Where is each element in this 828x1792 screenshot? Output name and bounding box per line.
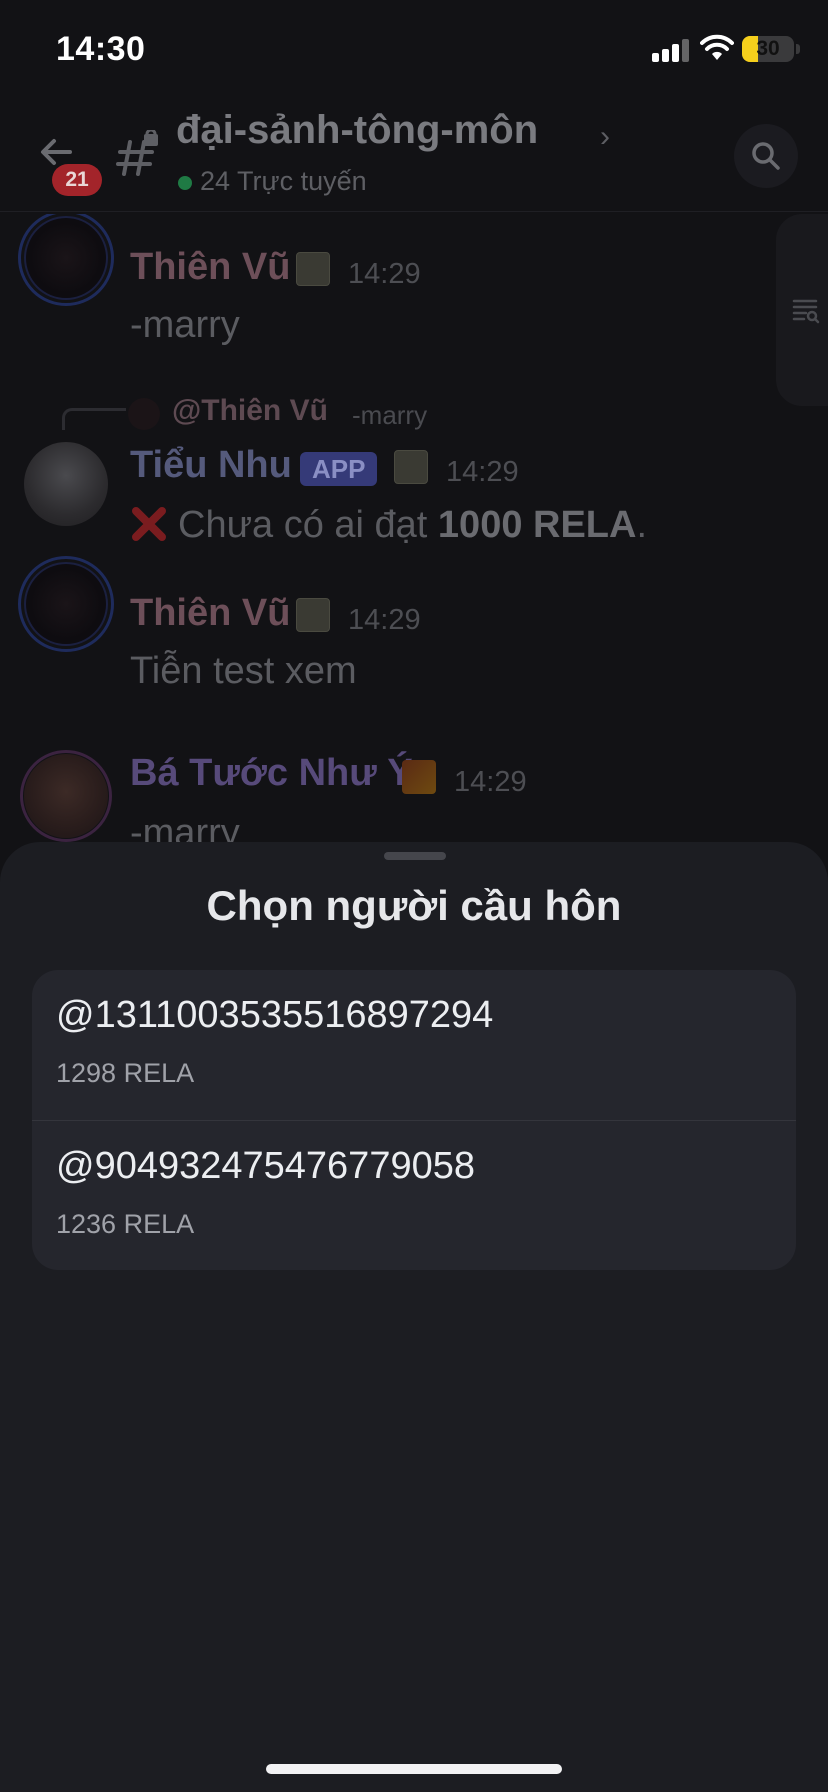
reply-author[interactable]: @Thiên Vũ [172, 394, 328, 428]
sheet-grabber[interactable] [384, 852, 446, 860]
reply-text[interactable]: -marry [352, 400, 427, 431]
chevron-right-icon: › [600, 120, 610, 153]
message-time: 14:29 [446, 456, 519, 488]
message-text: Chưa có ai đạt 1000 RELA. [130, 504, 647, 547]
message-author[interactable]: Tiểu Nhu [130, 444, 292, 487]
channel-name[interactable]: đại-sảnh-tông-môn [176, 108, 538, 153]
option-item[interactable]: @904932475476779058 1236 RELA [32, 1120, 796, 1270]
battery-level: 30 [756, 37, 780, 60]
message-time: 14:29 [454, 766, 527, 798]
channel-header: 21 đại-sảnh-tông-môn › 24 Trực tuyến [0, 100, 828, 212]
option-list: @1311003535516897294 1298 RELA @90493247… [32, 970, 796, 1270]
role-icon [296, 252, 330, 286]
message-time: 14:29 [348, 604, 421, 636]
avatar[interactable] [24, 754, 108, 838]
online-count: 24 Trực tuyến [200, 166, 367, 196]
option-name: @904932475476779058 [56, 1145, 475, 1187]
status-bar: 14:30 30 [0, 0, 828, 100]
avatar[interactable] [24, 562, 108, 646]
avatar[interactable] [24, 216, 108, 300]
option-item[interactable]: @1311003535516897294 1298 RELA [32, 970, 796, 1120]
search-icon [752, 142, 780, 170]
reply-connector [62, 408, 126, 430]
search-button[interactable] [734, 124, 798, 188]
message-list: Thiên Vũ 14:29 -marry @Thiên Vũ -marry T… [0, 214, 770, 854]
status-time: 14:30 [56, 30, 146, 68]
role-icon [402, 760, 436, 794]
online-status-dot [178, 176, 192, 190]
role-icon [394, 450, 428, 484]
message-text-prefix: Chưa có ai đạt [178, 504, 438, 546]
threads-icon [792, 299, 820, 324]
message-text: -marry [130, 304, 240, 346]
message-text-bold: 1000 RELA [437, 504, 637, 546]
option-amount: 1298 RELA [56, 1058, 195, 1088]
bottom-sheet: Chọn người cầu hôn @1311003535516897294 … [0, 842, 828, 1792]
screen: 14:30 30 21 đại-sảnh-tông-môn › 24 Trực … [0, 0, 828, 1792]
option-name: @1311003535516897294 [56, 994, 494, 1036]
hash-lock-icon [116, 130, 158, 176]
reply-avatar [128, 398, 160, 430]
wifi-icon [700, 34, 734, 60]
unread-count-badge: 21 [52, 164, 102, 196]
message-text: Tiễn test xem [130, 650, 357, 692]
avatar[interactable] [24, 442, 108, 526]
sheet-title: Chọn người cầu hôn [206, 882, 622, 929]
message-text-suffix: . [636, 504, 648, 546]
option-amount: 1236 RELA [56, 1209, 195, 1239]
message-author[interactable]: Thiên Vũ [130, 592, 290, 635]
home-indicator[interactable] [266, 1764, 562, 1774]
battery-nub [796, 44, 800, 54]
message-author[interactable]: Bá Tước Như Ý [130, 752, 413, 795]
battery-icon: 30 [742, 36, 794, 62]
cellular-signal-icon [652, 38, 692, 62]
app-badge: APP [300, 452, 378, 486]
role-icon [296, 598, 330, 632]
message-author[interactable]: Thiên Vũ [130, 246, 290, 289]
message-time: 14:29 [348, 258, 421, 290]
cross-mark-icon [130, 505, 168, 543]
threads-panel-tab[interactable] [776, 214, 828, 406]
